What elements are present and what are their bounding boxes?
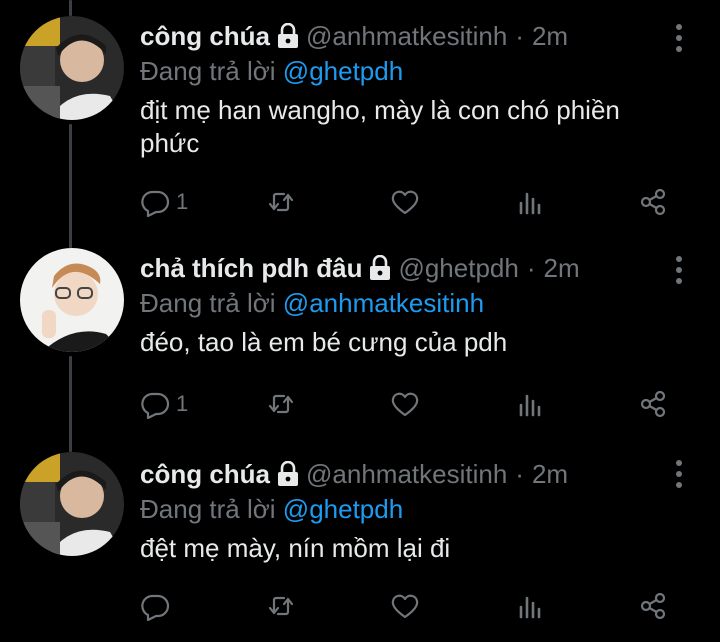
comment-icon bbox=[141, 190, 170, 217]
timestamp[interactable]: 2m bbox=[532, 21, 568, 52]
analytics-icon bbox=[519, 596, 541, 619]
share-button[interactable] bbox=[638, 182, 668, 222]
views-button[interactable] bbox=[516, 182, 546, 222]
action-bar bbox=[140, 586, 680, 626]
tweet-header: công chúa @anhmatkesitinh · 2m bbox=[140, 18, 680, 54]
reply-button[interactable] bbox=[140, 586, 176, 626]
avatar-image bbox=[20, 248, 124, 352]
reply-prefix: Đang trả lời bbox=[140, 288, 276, 318]
views-button[interactable] bbox=[516, 384, 546, 424]
reply-context: Đang trả lời @anhmatkesitinh bbox=[140, 286, 680, 320]
avatar[interactable] bbox=[20, 16, 124, 120]
action-bar: 1 bbox=[140, 384, 680, 424]
reply-button[interactable]: 1 bbox=[140, 182, 188, 222]
handle[interactable]: @ghetpdh bbox=[398, 253, 518, 284]
like-button[interactable] bbox=[390, 182, 420, 222]
tweet-text: đệt mẹ mày, nín mồm lại đi bbox=[140, 533, 451, 563]
separator: · bbox=[515, 20, 524, 51]
comment-icon bbox=[141, 594, 170, 621]
analytics-icon bbox=[519, 192, 541, 215]
tweet-1[interactable]: công chúa @anhmatkesitinh · 2m Đang trả … bbox=[0, 0, 720, 232]
tweet-header: chả thích pdh đâu @ghetpdh · 2m bbox=[140, 250, 680, 286]
heart-icon bbox=[391, 594, 419, 619]
like-button[interactable] bbox=[390, 586, 420, 626]
comment-icon bbox=[141, 392, 170, 419]
reply-context: Đang trả lời @ghetpdh bbox=[140, 54, 680, 88]
like-button[interactable] bbox=[390, 384, 420, 424]
reply-button[interactable]: 1 bbox=[140, 384, 188, 424]
avatar-image bbox=[20, 16, 124, 120]
retweet-icon bbox=[268, 394, 294, 414]
tweet-text: đéo, tao là em bé cưng của pdh bbox=[140, 327, 508, 357]
tweet-2[interactable]: chả thích pdh đâu @ghetpdh · 2m Đang trả… bbox=[0, 232, 720, 442]
more-vertical-icon[interactable] bbox=[674, 460, 684, 490]
action-bar: 1 bbox=[140, 182, 680, 222]
avatar-image bbox=[20, 452, 124, 556]
handle[interactable]: @anhmatkesitinh bbox=[306, 21, 507, 52]
lock-icon bbox=[368, 255, 392, 281]
retweet-icon bbox=[268, 192, 294, 212]
reply-prefix: Đang trả lời bbox=[140, 494, 276, 524]
heart-icon bbox=[391, 392, 419, 417]
tweet-3[interactable]: công chúa @anhmatkesitinh · 2m Đang trả … bbox=[0, 442, 720, 642]
tweet-text: địt mẹ han wangho, mày là con chó phiền … bbox=[140, 95, 620, 158]
more-vertical-icon[interactable] bbox=[674, 256, 684, 286]
timestamp[interactable]: 2m bbox=[544, 253, 580, 284]
reply-context: Đang trả lời @ghetpdh bbox=[140, 492, 680, 526]
views-button[interactable] bbox=[516, 586, 546, 626]
retweet-button[interactable] bbox=[266, 586, 296, 626]
analytics-icon bbox=[519, 394, 541, 417]
avatar[interactable] bbox=[20, 452, 124, 556]
handle[interactable]: @anhmatkesitinh bbox=[306, 459, 507, 490]
separator: · bbox=[515, 458, 524, 489]
timestamp[interactable]: 2m bbox=[532, 459, 568, 490]
reply-to-link[interactable]: @ghetpdh bbox=[283, 56, 403, 86]
display-name[interactable]: công chúa bbox=[140, 21, 270, 52]
reply-to-link[interactable]: @anhmatkesitinh bbox=[283, 288, 484, 318]
reply-prefix: Đang trả lời bbox=[140, 56, 276, 86]
tweet-header: công chúa @anhmatkesitinh · 2m bbox=[140, 456, 680, 492]
display-name[interactable]: công chúa bbox=[140, 459, 270, 490]
reply-count: 1 bbox=[176, 391, 189, 416]
reply-to-link[interactable]: @ghetpdh bbox=[283, 494, 403, 524]
heart-icon bbox=[391, 190, 419, 215]
avatar[interactable] bbox=[20, 248, 124, 352]
separator: · bbox=[526, 252, 536, 283]
share-icon bbox=[640, 390, 666, 418]
share-button[interactable] bbox=[638, 384, 668, 424]
lock-icon bbox=[276, 461, 300, 487]
reply-count: 1 bbox=[176, 189, 189, 214]
lock-icon bbox=[276, 23, 300, 49]
share-icon bbox=[640, 188, 666, 216]
retweet-button[interactable] bbox=[266, 182, 296, 222]
retweet-button[interactable] bbox=[266, 384, 296, 424]
share-icon bbox=[640, 592, 666, 620]
retweet-icon bbox=[268, 596, 294, 616]
more-vertical-icon[interactable] bbox=[674, 24, 684, 54]
share-button[interactable] bbox=[638, 586, 668, 626]
display-name[interactable]: chả thích pdh đâu bbox=[140, 253, 362, 284]
